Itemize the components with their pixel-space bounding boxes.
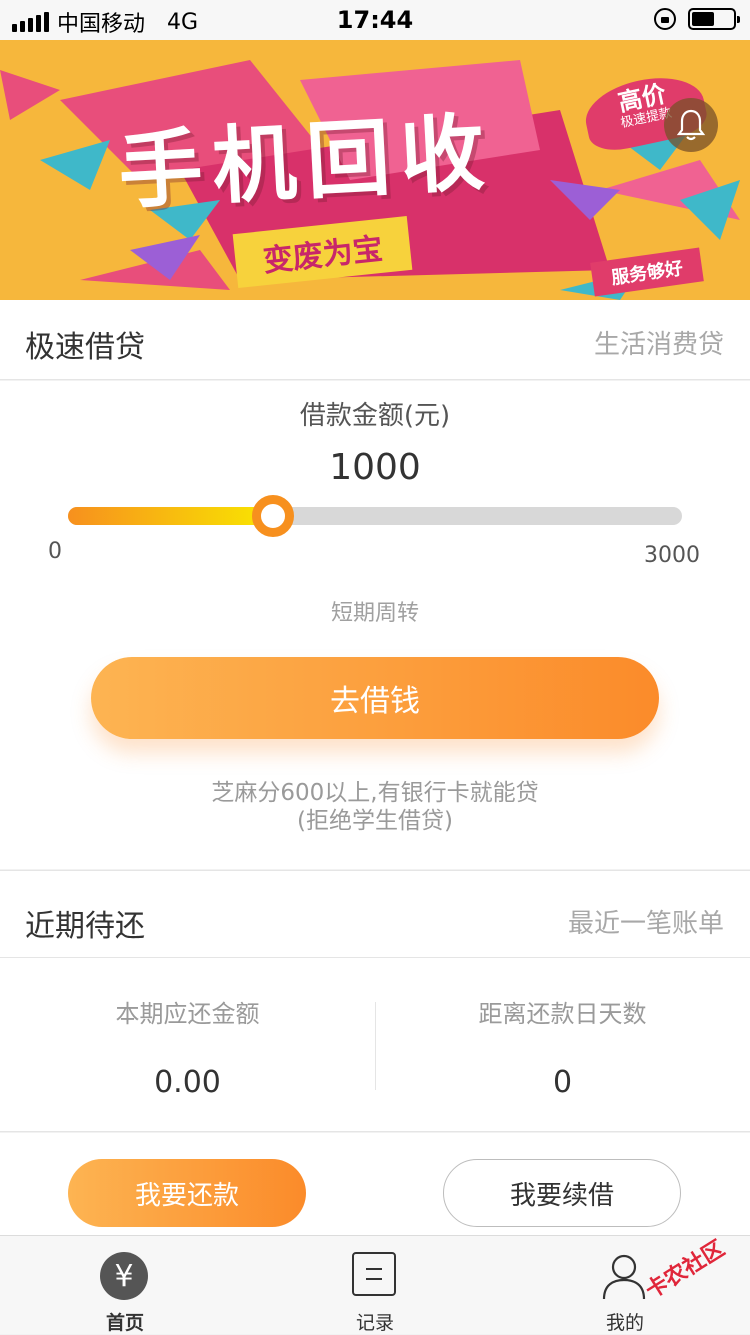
- status-bar: 中国移动 4G 17:44: [0, 0, 750, 40]
- loan-note-line1: 芝麻分600以上,有银行卡就能贷: [211, 780, 539, 806]
- slider-fill: [68, 507, 273, 525]
- slider-max-label: 3000: [644, 543, 700, 568]
- repay-actions: 我要还款 我要续借: [0, 1133, 750, 1235]
- repay-button[interactable]: 我要还款: [68, 1159, 306, 1227]
- slider-handle[interactable]: [251, 495, 294, 537]
- battery-icon: [688, 8, 740, 30]
- borrow-button[interactable]: 去借钱: [91, 657, 659, 739]
- renew-button[interactable]: 我要续借: [443, 1159, 681, 1227]
- tab-records-label: 记录: [355, 1312, 394, 1334]
- status-right: [654, 8, 740, 30]
- loan-amount-value: 1000: [329, 447, 421, 488]
- tab-home[interactable]: ¥ 首页: [0, 1236, 250, 1335]
- repay-section-title: 近期待还: [25, 909, 145, 944]
- due-amount-value: 0.00: [154, 1065, 221, 1100]
- days-left-value: 0: [552, 1065, 573, 1100]
- bell-icon: [676, 109, 706, 141]
- due-amount-block: 本期应还金额 0.00: [0, 958, 375, 1132]
- tab-home-label: 首页: [105, 1312, 144, 1334]
- banner-title: 手机回收: [115, 102, 497, 221]
- days-left-label: 距离还款日天数: [478, 1000, 647, 1028]
- repay-section-extra[interactable]: 最近一笔账单: [568, 903, 724, 940]
- days-left-block: 距离还款日天数 0: [375, 958, 750, 1132]
- loan-term: 短期周转: [330, 601, 419, 626]
- banner-carousel[interactable]: 手机回收 变废为宝 高价 极速提款 服务够好: [0, 40, 750, 300]
- tab-mine-label: 我的: [605, 1312, 644, 1334]
- loan-note-line2: (拒绝学生借贷): [297, 808, 453, 834]
- loan-amount-label: 借款金额(元): [299, 401, 451, 431]
- due-amount-label: 本期应还金额: [115, 1000, 260, 1028]
- loan-section-title: 极速借贷: [25, 330, 145, 365]
- loan-amount-slider[interactable]: [68, 495, 682, 537]
- notification-button[interactable]: [664, 98, 718, 152]
- loan-section-extra[interactable]: 生活消费贷: [594, 324, 724, 361]
- repay-section-header: 近期待还 最近一笔账单: [0, 870, 750, 958]
- records-icon: [352, 1252, 396, 1296]
- loan-section-header: 极速借贷 生活消费贷: [0, 300, 750, 380]
- yen-icon: ¥: [100, 1252, 148, 1300]
- rotation-lock-icon: [654, 8, 676, 30]
- slider-min-label: 0: [48, 539, 62, 564]
- repay-summary: 本期应还金额 0.00 距离还款日天数 0: [0, 958, 750, 1132]
- loan-note: 芝麻分600以上,有银行卡就能贷 (拒绝学生借贷): [0, 779, 750, 835]
- tab-records[interactable]: 记录: [250, 1236, 500, 1335]
- loan-card: 借款金额(元) 1000 0 3000 短期周转 去借钱 芝麻分600以上,有银…: [0, 381, 750, 869]
- tab-bar: ¥ 首页 记录 我的: [0, 1235, 750, 1334]
- status-time: 17:44: [336, 6, 414, 34]
